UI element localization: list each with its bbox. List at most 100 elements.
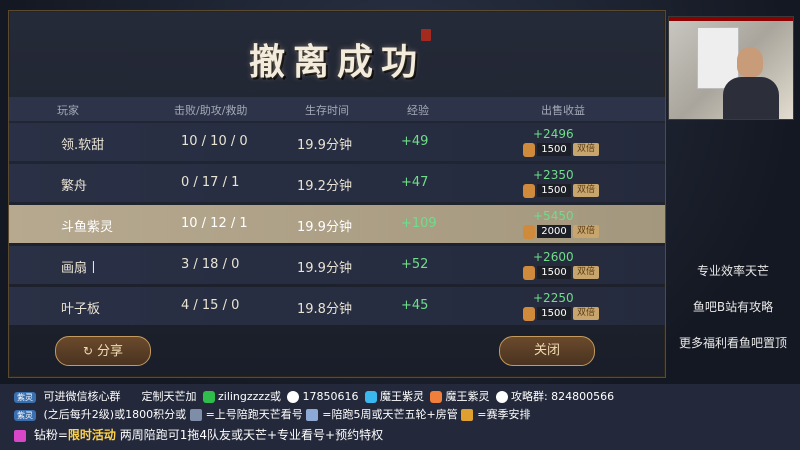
sale-earnings: +2350 1500 双倍 <box>523 168 643 200</box>
sale-earnings: +2600 1500 双倍 <box>523 250 643 282</box>
player-name: 画扇丨 <box>61 261 101 276</box>
player-kda: 0 / 17 / 1 <box>181 175 240 190</box>
banner-text: =陪跑5周或天芒五轮+房管 <box>322 408 458 421</box>
banner-text: zilingzzzz或 <box>217 390 281 403</box>
close-button[interactable]: 关闭 <box>499 336 595 366</box>
col-xp: 经验 <box>407 104 429 117</box>
webcam-overlay <box>668 16 794 120</box>
sale-earnings: +2496 1500 双倍 <box>523 127 643 159</box>
rocket-icon <box>189 409 202 421</box>
double-badge: 双倍 <box>573 307 599 320</box>
double-badge: 双倍 <box>573 143 599 156</box>
streamer-head <box>737 47 763 77</box>
earning-gain: +2600 <box>533 250 574 264</box>
share-button[interactable]: ↻ 分享 <box>55 336 151 366</box>
survival-time: 19.9分钟 <box>297 220 352 235</box>
earning-base: 1500 <box>537 307 571 320</box>
stream-banner: 紫灵 可进微信核心群 定制天芒加 zilingzzzz或 17850616 魔王… <box>0 384 800 450</box>
col-kda: 击败/助攻/救助 <box>174 104 248 117</box>
double-badge: 双倍 <box>573 184 599 197</box>
table-row-highlighted: 斗鱼紫灵 10 / 12 / 1 19.9分钟 +109 +5450 2000 … <box>9 205 665 243</box>
player-name: 叶子板 <box>61 302 101 317</box>
table-row: 叶子板 4 / 15 / 0 19.8分钟 +45 +2250 1500 双倍 <box>9 287 665 325</box>
player-name: 斗鱼紫灵 <box>61 220 114 235</box>
sale-earnings: +5450 2000 双倍 <box>523 209 643 241</box>
player-list: 领.软甜 10 / 10 / 0 19.9分钟 +49 +2496 1500 双… <box>9 123 665 328</box>
banner-text: 可进微信核心群 <box>43 390 121 403</box>
share-icon: ↻ <box>82 344 94 358</box>
earning-gain: +2250 <box>533 291 574 305</box>
xp-gain: +49 <box>401 134 429 149</box>
player-name: 繁舟 <box>61 179 88 194</box>
banner-text: 17850616 <box>302 390 359 403</box>
player-kda: 3 / 18 / 0 <box>181 257 240 272</box>
qq-icon <box>287 391 300 403</box>
qq-group-icon <box>495 391 508 403</box>
banner-line-1: 紫灵 可进微信核心群 定制天芒加 zilingzzzz或 17850616 魔王… <box>14 388 614 404</box>
earning-gain: +2350 <box>533 168 574 182</box>
coin-icon <box>523 225 535 239</box>
survival-time: 19.2分钟 <box>297 179 352 194</box>
coin-icon <box>523 184 535 198</box>
evacuation-title: 撤离成功 <box>248 41 425 83</box>
col-time: 生存时间 <box>305 104 349 117</box>
banner-text: 定制天芒加 <box>141 390 197 403</box>
banner-text: =赛季安排 <box>477 408 531 421</box>
banner-text: 魔王紫灵 <box>445 390 490 403</box>
survival-time: 19.9分钟 <box>297 138 352 153</box>
bilibili-icon <box>364 391 377 403</box>
coin-icon <box>523 307 535 321</box>
wechat-icon <box>202 391 215 403</box>
plane-icon <box>306 409 319 421</box>
streamer-body <box>723 77 779 119</box>
earning-base: 1500 <box>537 266 571 279</box>
diamond-fan-icon <box>14 429 26 442</box>
share-label: 分享 <box>97 344 124 359</box>
weibo-icon <box>430 391 443 403</box>
player-name: 领.软甜 <box>61 138 105 153</box>
table-row: 画扇丨 3 / 18 / 0 19.9分钟 +52 +2600 1500 双倍 <box>9 246 665 284</box>
earning-gain: +2496 <box>533 127 574 141</box>
badge-tag: 紫灵 <box>14 391 36 403</box>
xp-gain: +45 <box>401 298 429 313</box>
carnival-icon <box>461 409 474 421</box>
banner-line-3: 钻粉=限时活动 两周陪跑可1拖4队友或天芒+专业看号+预约特权 <box>14 426 383 443</box>
survival-time: 19.9分钟 <box>297 261 352 276</box>
survival-time: 19.8分钟 <box>297 302 352 317</box>
xp-gain: +47 <box>401 175 429 190</box>
banner-text: (之后每升2级)或1800积分或 <box>43 408 187 421</box>
col-player: 玩家 <box>57 104 79 117</box>
table-row: 领.软甜 10 / 10 / 0 19.9分钟 +49 +2496 1500 双… <box>9 123 665 161</box>
limited-event-text: 限时活动 <box>67 428 116 442</box>
sale-earnings: +2250 1500 双倍 <box>523 291 643 323</box>
result-panel: 撤离成功 玩家 击败/助攻/救助 生存时间 经验 出售收益 领.软甜 10 / … <box>8 10 666 378</box>
coin-icon <box>523 266 535 280</box>
earning-gain: +5450 <box>533 209 574 223</box>
xp-gain: +109 <box>401 216 437 231</box>
earning-base: 2000 <box>537 225 571 238</box>
banner-text: 攻略群: 824800566 <box>510 390 615 403</box>
player-kda: 10 / 12 / 1 <box>181 216 248 231</box>
side-text-3: 更多福利看鱼吧置顶 <box>678 336 787 350</box>
seal-icon <box>421 29 431 41</box>
close-label: 关闭 <box>533 343 560 358</box>
earning-base: 1500 <box>537 184 571 197</box>
coin-icon <box>523 143 535 157</box>
double-badge: 双倍 <box>573 225 599 238</box>
cam-border <box>669 17 793 21</box>
side-text-2: 鱼吧B站有攻略 <box>692 300 774 314</box>
player-kda: 4 / 15 / 0 <box>181 298 240 313</box>
banner-line-2: 紫灵 (之后每升2级)或1800积分或 =上号陪跑天芒看号 =陪跑5周或天芒五轮… <box>14 406 530 422</box>
badge-tag: 紫灵 <box>14 409 36 421</box>
banner-text: 两周陪跑可1拖4队友或天芒+专业看号+预约特权 <box>119 428 384 442</box>
player-kda: 10 / 10 / 0 <box>181 134 248 149</box>
banner-text: 魔王紫灵 <box>379 390 424 403</box>
banner-text: 钻粉= <box>33 428 68 442</box>
earning-base: 1500 <box>537 143 571 156</box>
table-header: 玩家 击败/助攻/救助 生存时间 经验 出售收益 <box>9 97 665 121</box>
xp-gain: +52 <box>401 257 429 272</box>
col-earnings: 出售收益 <box>541 104 585 117</box>
table-row: 繁舟 0 / 17 / 1 19.2分钟 +47 +2350 1500 双倍 <box>9 164 665 202</box>
side-text-1: 专业效率天芒 <box>696 264 769 278</box>
banner-text: =上号陪跑天芒看号 <box>205 408 303 421</box>
